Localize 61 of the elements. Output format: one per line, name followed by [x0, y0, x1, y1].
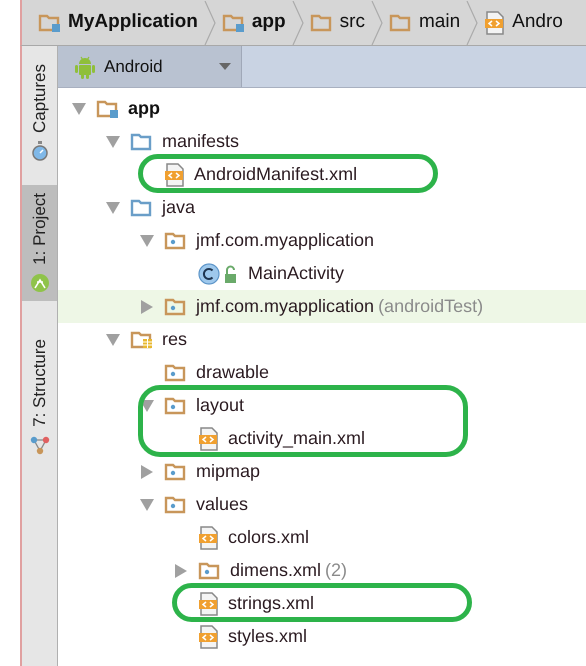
expanded-arrow-icon[interactable]	[140, 234, 154, 246]
side-tab[interactable]: Captures	[22, 56, 57, 169]
caret-icon	[219, 62, 231, 70]
xml-file-icon	[198, 624, 220, 648]
breadcrumb-item[interactable]: src	[310, 8, 365, 37]
folder-icon	[130, 132, 154, 152]
tree-item[interactable]: MainActivity	[58, 257, 586, 290]
tree-item[interactable]: values	[58, 488, 586, 521]
breadcrumb-item[interactable]: app	[222, 8, 286, 37]
tree-item[interactable]: jmf.com.myapplication	[58, 224, 586, 257]
tree-item[interactable]: jmf.com.myapplication (androidTest)	[58, 290, 586, 323]
tree-item[interactable]: manifests	[58, 125, 586, 158]
tree-item[interactable]: layout	[58, 389, 586, 422]
xml-file-icon	[198, 592, 220, 616]
module-folder-icon	[96, 98, 120, 118]
expanded-arrow-icon[interactable]	[106, 334, 120, 346]
expanded-arrow-icon[interactable]	[106, 136, 120, 148]
side-tab[interactable]: 1: Project	[22, 184, 57, 301]
tree-item[interactable]: app	[58, 92, 586, 125]
xml-file-icon	[164, 162, 186, 186]
package-folder-icon	[164, 396, 188, 416]
tree-item[interactable]: mipmap	[58, 455, 586, 488]
android-icon	[74, 54, 96, 78]
package-folder-icon	[164, 462, 188, 482]
structure-icon	[30, 434, 50, 455]
android-icon	[30, 272, 50, 293]
xml-file-icon	[198, 426, 220, 450]
tree-item[interactable]: drawable	[58, 356, 586, 389]
breadcrumb-item[interactable]: Andro	[484, 8, 563, 37]
breadcrumb-item[interactable]: MyApplication	[38, 8, 198, 37]
package-folder-icon	[164, 230, 188, 250]
breadcrumb-item[interactable]: main	[388, 8, 460, 37]
module-folder-icon	[38, 12, 62, 32]
expanded-arrow-icon[interactable]	[140, 498, 154, 510]
view-selector-dropdown[interactable]: Android	[58, 46, 242, 87]
expanded-arrow-icon[interactable]	[72, 102, 86, 114]
folder-icon	[310, 12, 334, 32]
package-folder-icon	[198, 560, 222, 580]
package-folder-icon	[164, 494, 188, 514]
tree-item[interactable]: activity_main.xml	[58, 422, 586, 455]
tree-item[interactable]: java	[58, 191, 586, 224]
folder-icon	[388, 12, 413, 32]
tree-item[interactable]: res	[58, 323, 586, 356]
tree-item[interactable]: strings.xml	[58, 587, 586, 620]
module-folder-icon	[222, 12, 246, 32]
collapsed-arrow-icon[interactable]	[141, 464, 153, 478]
xml-file-icon	[484, 10, 506, 34]
tree-item[interactable]: dimens.xml (2)	[58, 554, 586, 587]
collapsed-arrow-icon[interactable]	[141, 300, 153, 314]
folder-icon	[130, 198, 154, 218]
xml-file-icon	[198, 526, 220, 550]
resource-folder-icon	[130, 330, 154, 350]
side-tab[interactable]: 7: Structure	[22, 330, 57, 463]
expanded-arrow-icon[interactable]	[106, 202, 120, 214]
package-folder-icon	[164, 362, 188, 382]
tree-item[interactable]: styles.xml	[58, 620, 586, 653]
tree-item[interactable]: colors.xml	[58, 521, 586, 554]
package-folder-icon	[164, 296, 188, 316]
stopwatch-icon	[30, 140, 48, 161]
collapsed-arrow-icon[interactable]	[175, 564, 187, 578]
tree-item[interactable]: AndroidManifest.xml	[58, 158, 586, 191]
